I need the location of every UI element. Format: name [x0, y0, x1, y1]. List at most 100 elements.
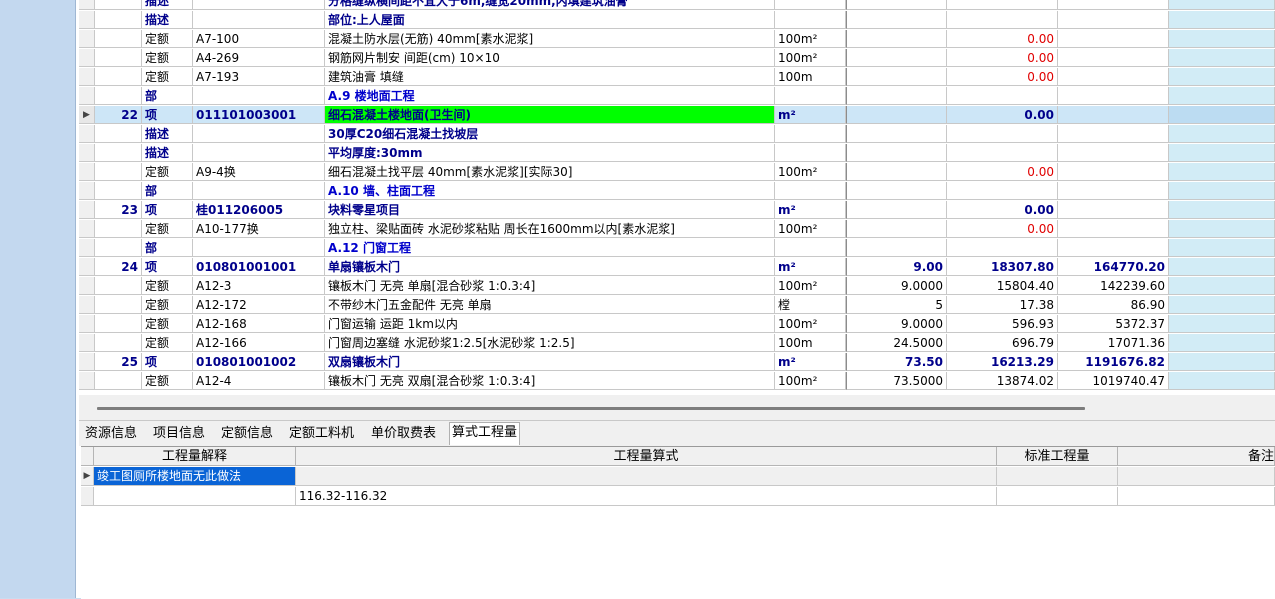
cell-unit-price[interactable] — [947, 0, 1058, 10]
cell-type[interactable]: 部 — [142, 87, 193, 105]
cell-code[interactable] — [193, 0, 325, 10]
cell-type[interactable]: 部 — [142, 239, 193, 257]
cell-extra[interactable] — [1169, 144, 1275, 162]
cell-total[interactable]: 1191676.82 — [1058, 353, 1169, 371]
cell-name[interactable]: 独立柱、梁贴面砖 水泥砂浆粘贴 周长在1600mm以内[素水泥浆] — [325, 220, 775, 238]
table-row[interactable]: 23 项桂011206005 块料零星项目 m² 0.00 — [79, 201, 1275, 220]
cell-code[interactable]: A12-168 — [193, 315, 325, 333]
cell-item-number[interactable] — [95, 163, 142, 181]
cell-explain[interactable]: 竣工图厕所楼地面无此做法 — [94, 467, 296, 486]
cell-code[interactable] — [193, 87, 325, 105]
cell-total[interactable] — [1058, 144, 1169, 162]
cell-code[interactable]: A4-269 — [193, 49, 325, 67]
cell-code[interactable]: A12-166 — [193, 334, 325, 352]
cell-formula[interactable]: 116.32-116.32 — [296, 487, 997, 506]
cell-explain[interactable] — [94, 487, 296, 506]
cell-unit[interactable] — [775, 239, 846, 257]
cell-name[interactable]: 细石混凝土楼地面(卫生间) — [325, 106, 775, 124]
cell-total[interactable] — [1058, 220, 1169, 238]
cell-total[interactable] — [1058, 201, 1169, 219]
cell-extra[interactable] — [1169, 296, 1275, 314]
cell-unit-price[interactable]: 18307.80 — [947, 258, 1058, 276]
cell-total[interactable] — [1058, 68, 1169, 86]
cell-total[interactable] — [1058, 125, 1169, 143]
cell-extra[interactable] — [1169, 334, 1275, 352]
cell-extra[interactable] — [1169, 258, 1275, 276]
cell-code[interactable] — [193, 182, 325, 200]
cell-note[interactable] — [1118, 467, 1275, 486]
cell-unit[interactable]: m² — [775, 106, 846, 124]
cell-total[interactable]: 1019740.47 — [1058, 372, 1169, 390]
cell-unit-price[interactable] — [947, 239, 1058, 257]
cell-quantity[interactable] — [846, 106, 947, 124]
cell-item-number[interactable] — [95, 239, 142, 257]
cell-extra[interactable] — [1169, 372, 1275, 390]
cell-type[interactable]: 定额 — [142, 163, 193, 181]
cell-total[interactable] — [1058, 49, 1169, 67]
cell-unit-price[interactable]: 0.00 — [947, 201, 1058, 219]
cell-item-number[interactable]: 24 — [95, 258, 142, 276]
cell-type[interactable]: 定额 — [142, 277, 193, 295]
cell-item-number[interactable] — [95, 315, 142, 333]
cell-quantity[interactable]: 73.50 — [846, 353, 947, 371]
cell-code[interactable]: A9-4换 — [193, 163, 325, 181]
cell-extra[interactable] — [1169, 220, 1275, 238]
cell-type[interactable]: 项 — [142, 353, 193, 371]
tab-formula-quantity[interactable]: 算式工程量 — [449, 422, 521, 445]
cell-quantity[interactable] — [846, 163, 947, 181]
cell-item-number[interactable] — [95, 220, 142, 238]
table-row[interactable]: 描述 部位:上人屋面 — [79, 11, 1275, 30]
table-row[interactable]: 定额 A12-168 门窗运输 运距 1km以内 100m² 9.0000 596.93 5… — [79, 315, 1275, 334]
cell-total[interactable] — [1058, 239, 1169, 257]
cell-unit-price[interactable]: 17.38 — [947, 296, 1058, 314]
cell-quantity[interactable] — [846, 68, 947, 86]
table-row[interactable]: 描述 30厚C20细石混凝土找坡层 — [79, 125, 1275, 144]
cell-standard-quantity[interactable] — [997, 467, 1118, 486]
cell-code[interactable]: A12-172 — [193, 296, 325, 314]
cell-unit-price[interactable]: 13874.02 — [947, 372, 1058, 390]
cell-name[interactable]: 部位:上人屋面 — [325, 11, 775, 29]
cell-code[interactable]: 桂011206005 — [193, 201, 325, 219]
cell-unit[interactable] — [775, 11, 846, 29]
cell-unit[interactable] — [775, 144, 846, 162]
cell-code[interactable]: 010801001002 — [193, 353, 325, 371]
cell-name[interactable]: A.9 楼地面工程 — [325, 87, 775, 105]
cell-name[interactable]: 建筑油膏 填缝 — [325, 68, 775, 86]
cell-item-number[interactable] — [95, 277, 142, 295]
cell-total[interactable] — [1058, 11, 1169, 29]
table-row[interactable]: 24 项 010801001001 单扇镶板木门 m² 9.00 18307.80 16477… — [79, 258, 1275, 277]
cell-type[interactable]: 定额 — [142, 334, 193, 352]
cell-name[interactable]: A.10 墙、柱面工程 — [325, 182, 775, 200]
table-row[interactable]: 定额 A4-269 钢筋网片制安 间距(cm) 10×10 100m² 0.00 — [79, 49, 1275, 68]
cell-item-number[interactable] — [95, 0, 142, 10]
cell-name[interactable]: 镶板木门 无亮 单扇[混合砂浆 1:0.3:4] — [325, 277, 775, 295]
cell-code[interactable]: 010801001001 — [193, 258, 325, 276]
cell-unit-price[interactable] — [947, 11, 1058, 29]
cell-name[interactable]: 30厚C20细石混凝土找坡层 — [325, 125, 775, 143]
cell-quantity[interactable] — [846, 87, 947, 105]
cell-name[interactable]: 门窗运输 运距 1km以内 — [325, 315, 775, 333]
cell-extra[interactable] — [1169, 0, 1275, 10]
cell-quantity[interactable] — [846, 201, 947, 219]
cell-code[interactable] — [193, 11, 325, 29]
cell-name[interactable]: 块料零星项目 — [325, 201, 775, 219]
cell-name[interactable]: 镶板木门 无亮 双扇[混合砂浆 1:0.3:4] — [325, 372, 775, 390]
cell-total[interactable] — [1058, 87, 1169, 105]
cell-extra[interactable] — [1169, 163, 1275, 181]
cell-code[interactable]: A12-3 — [193, 277, 325, 295]
cell-unit-price[interactable]: 0.00 — [947, 163, 1058, 181]
cell-extra[interactable] — [1169, 68, 1275, 86]
cell-unit[interactable]: 100m² — [775, 277, 846, 295]
cell-total[interactable] — [1058, 106, 1169, 124]
table-row[interactable]: 部 A.10 墙、柱面工程 — [79, 182, 1275, 201]
cell-item-number[interactable]: 22 — [95, 106, 142, 124]
cell-total[interactable]: 5372.37 — [1058, 315, 1169, 333]
col-header-standard-quantity[interactable]: 标准工程量 — [997, 447, 1118, 466]
cell-unit-price[interactable]: 0.00 — [947, 106, 1058, 124]
cell-unit[interactable]: 100m² — [775, 372, 846, 390]
cell-formula[interactable] — [296, 467, 997, 486]
table-row[interactable]: 描述 分格缝纵横间距不宜大于6m,缝宽20mm,内填建筑油膏 — [79, 0, 1275, 11]
cell-unit-price[interactable]: 0.00 — [947, 30, 1058, 48]
cell-unit[interactable]: 100m² — [775, 163, 846, 181]
cell-item-number[interactable] — [95, 87, 142, 105]
